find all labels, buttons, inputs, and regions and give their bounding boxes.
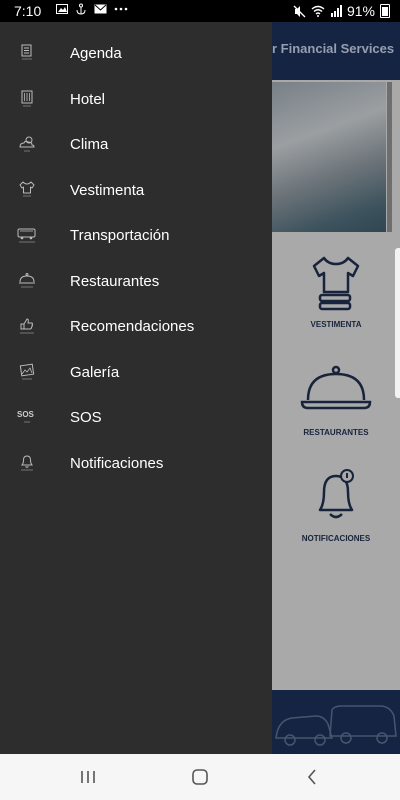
- status-bar: 7:10 91%: [0, 0, 400, 22]
- drawer-item-label: Galería: [70, 363, 120, 381]
- more-icon: [114, 7, 128, 11]
- drawer-item-agenda[interactable]: Agenda: [0, 33, 272, 73]
- status-time: 7:10: [14, 3, 42, 19]
- cloche-icon: [19, 273, 35, 288]
- anchor-icon: [76, 3, 86, 15]
- back-button[interactable]: [292, 762, 332, 792]
- drawer-item-label: Recomendaciones: [70, 317, 195, 335]
- navigation-drawer: Agenda Hotel Clima Vestimenta Transporta…: [0, 22, 272, 754]
- drawer-item-clima[interactable]: Clima: [0, 124, 272, 164]
- bus-icon: [17, 228, 36, 243]
- drawer-item-label: Hotel: [70, 90, 106, 108]
- drawer-item-label: Vestimenta: [70, 181, 145, 199]
- edge-panel-handle[interactable]: [395, 248, 400, 398]
- battery-icon: [380, 4, 390, 18]
- system-icons: 91%: [293, 3, 390, 19]
- gallery-icon: [19, 363, 35, 380]
- drawer-item-sos[interactable]: SOS SOS: [0, 397, 272, 437]
- agenda-icon: [21, 44, 32, 60]
- mute-icon: [293, 5, 306, 17]
- bell-icon: [21, 455, 33, 471]
- drawer-item-label: Transportación: [70, 226, 170, 244]
- home-button[interactable]: [180, 762, 220, 792]
- drawer-item-galeria[interactable]: Galería: [0, 352, 272, 392]
- back-icon: [307, 769, 316, 785]
- recent-apps-icon: [81, 771, 95, 783]
- drawer-item-restaurantes[interactable]: Restaurantes: [0, 261, 272, 301]
- drawer-item-recomendaciones[interactable]: Recomendaciones: [0, 306, 272, 346]
- mail-icon: [94, 4, 107, 14]
- drawer-item-label: Restaurantes: [70, 272, 160, 290]
- signal-icon: [330, 5, 342, 17]
- hotel-icon: [21, 90, 33, 107]
- drawer-item-label: Agenda: [70, 44, 122, 62]
- sos-icon: SOS: [17, 410, 35, 423]
- drawer-item-vestimenta[interactable]: Vestimenta: [0, 170, 272, 210]
- wifi-icon: [311, 5, 325, 17]
- home-icon: [192, 769, 208, 785]
- weather-icon: [19, 136, 35, 152]
- drawer-item-transportacion[interactable]: Transportación: [0, 215, 272, 255]
- system-nav-bar: [0, 754, 400, 800]
- drawer-item-label: Notificaciones: [70, 454, 164, 472]
- thumbs-up-icon: [20, 318, 34, 334]
- shirt-icon: [19, 181, 35, 197]
- image-icon: [56, 4, 68, 14]
- drawer-item-hotel[interactable]: Hotel: [0, 79, 272, 119]
- notification-icons: [56, 3, 128, 15]
- recent-apps-button[interactable]: [68, 762, 108, 792]
- drawer-item-label: SOS: [70, 408, 102, 426]
- svg-text:SOS: SOS: [17, 410, 35, 419]
- drawer-item-notificaciones[interactable]: Notificaciones: [0, 443, 272, 483]
- battery-percent: 91%: [346, 3, 375, 19]
- drawer-item-label: Clima: [70, 135, 109, 153]
